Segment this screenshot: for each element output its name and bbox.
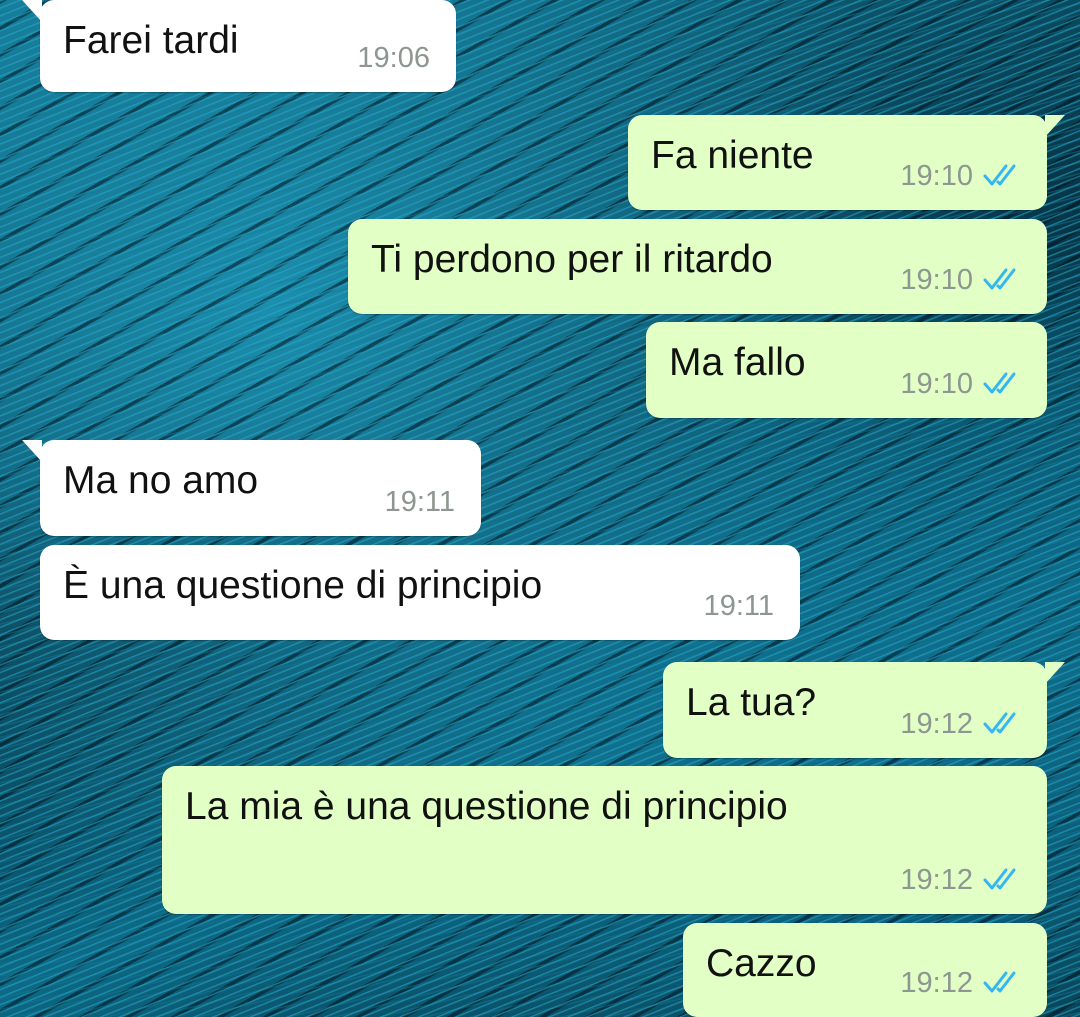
message-time: 19:10	[900, 160, 973, 192]
incoming-message[interactable]: Farei tardi 19:06	[22, 0, 456, 92]
message-text: La mia è una questione di principio	[185, 785, 788, 828]
double-check-icon	[983, 372, 1016, 394]
message-time: 19:10	[900, 368, 973, 400]
double-check-icon	[983, 712, 1016, 734]
message-text: Ti perdono per il ritardo	[371, 238, 773, 281]
message-time: 19:10	[900, 264, 973, 296]
message-time: 19:12	[900, 708, 973, 740]
message-time: 19:12	[900, 967, 973, 999]
double-check-icon	[983, 971, 1016, 993]
message-text: La tua?	[686, 681, 817, 724]
message-text: Farei tardi	[63, 19, 239, 62]
message-time: 19:11	[703, 590, 774, 622]
outgoing-message[interactable]: La mia è una questione di principio 19:1…	[162, 766, 1047, 914]
message-time: 19:12	[900, 864, 973, 896]
outgoing-message[interactable]: Ti perdono per il ritardo 19:10	[348, 219, 1047, 314]
message-text: Cazzo	[706, 942, 817, 985]
double-check-icon	[983, 868, 1016, 890]
outgoing-message[interactable]: Fa niente 19:10	[628, 115, 1065, 210]
message-time: 19:11	[384, 486, 455, 518]
incoming-message[interactable]: È una questione di principio 19:11	[40, 545, 800, 640]
incoming-message[interactable]: Ma no amo 19:11	[22, 440, 481, 536]
double-check-icon	[983, 164, 1016, 186]
message-text: Fa niente	[651, 134, 814, 177]
message-time: 19:06	[357, 42, 430, 74]
outgoing-message[interactable]: Cazzo 19:12	[683, 923, 1047, 1017]
outgoing-message[interactable]: La tua? 19:12	[663, 662, 1065, 758]
message-text: È una questione di principio	[63, 564, 543, 607]
message-text: Ma no amo	[63, 459, 259, 502]
message-text: Ma fallo	[669, 341, 806, 384]
outgoing-message[interactable]: Ma fallo 19:10	[646, 322, 1047, 418]
double-check-icon	[983, 268, 1016, 290]
